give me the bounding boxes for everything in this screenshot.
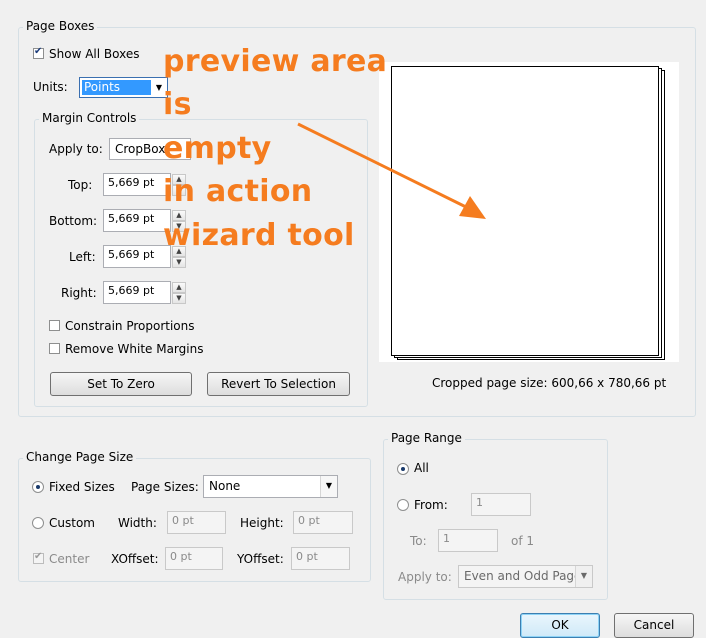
stepper-down-icon[interactable]: ▼ — [172, 293, 186, 304]
units-value: Points — [82, 80, 152, 95]
page-sizes-select[interactable]: None ▼ — [203, 475, 338, 498]
units-label: Units: — [33, 80, 68, 94]
revert-to-selection-button[interactable]: Revert To Selection — [207, 372, 350, 396]
top-input[interactable]: 5,669 pt — [103, 173, 171, 196]
change-page-size-legend: Change Page Size — [23, 450, 137, 464]
top-label: Top: — [68, 178, 93, 192]
apply-to-value: CropBox — [115, 142, 166, 156]
fixed-sizes-radio[interactable] — [32, 481, 44, 493]
page-sizes-label: Page Sizes: — [131, 480, 199, 494]
xoffset-label: XOffset: — [111, 552, 159, 566]
custom-label[interactable]: Custom — [49, 516, 95, 530]
remove-white-margins-label[interactable]: Remove White Margins — [65, 342, 203, 356]
from-label[interactable]: From: — [414, 498, 448, 512]
right-stepper[interactable]: ▲ ▼ — [172, 282, 186, 304]
page-sizes-value: None — [209, 479, 241, 493]
to-label: To: — [410, 534, 427, 548]
constrain-proportions-checkbox[interactable] — [49, 320, 60, 331]
bottom-input[interactable]: 5,669 pt — [103, 209, 171, 232]
apply-to-pages-label: Apply to: — [398, 570, 452, 584]
annotation-line-5: wizard tool — [163, 218, 355, 253]
height-input[interactable]: 0 pt — [293, 511, 353, 534]
chevron-down-icon[interactable]: ▼ — [320, 476, 337, 497]
ok-button[interactable]: OK — [520, 613, 600, 638]
xoffset-input[interactable]: 0 pt — [165, 547, 223, 570]
annotation-line-1: preview area — [163, 44, 388, 79]
constrain-proportions-label[interactable]: Constrain Proportions — [65, 319, 195, 333]
width-label: Width: — [118, 516, 157, 530]
stepper-up-icon[interactable]: ▲ — [172, 282, 186, 293]
center-checkbox[interactable] — [33, 551, 44, 564]
show-all-boxes-checkbox[interactable] — [33, 46, 44, 59]
show-all-boxes-label[interactable]: Show All Boxes — [49, 47, 139, 61]
margin-controls-legend: Margin Controls — [39, 111, 140, 125]
chevron-down-icon[interactable]: ▼ — [575, 566, 592, 587]
annotation-line-2: is — [163, 87, 192, 122]
apply-to-pages-value: Even and Odd Pages — [464, 569, 588, 583]
from-radio[interactable] — [397, 499, 409, 511]
page-boxes-legend: Page Boxes — [23, 19, 98, 33]
cropped-page-size: Cropped page size: 600,66 x 780,66 pt — [432, 376, 667, 390]
apply-to-pages-select[interactable]: Even and Odd Pages ▼ — [458, 565, 593, 588]
right-label: Right: — [61, 286, 97, 300]
set-to-zero-button[interactable]: Set To Zero — [50, 372, 192, 396]
from-input[interactable]: 1 — [471, 493, 531, 516]
custom-radio[interactable] — [32, 517, 44, 529]
left-label: Left: — [69, 250, 96, 264]
yoffset-label: YOffset: — [237, 552, 284, 566]
right-input[interactable]: 5,669 pt — [103, 281, 171, 304]
apply-to-label: Apply to: — [49, 142, 103, 156]
bottom-label: Bottom: — [49, 214, 98, 228]
annotation-line-4: in action — [163, 174, 313, 209]
page-range-legend: Page Range — [388, 431, 465, 445]
fixed-sizes-label[interactable]: Fixed Sizes — [49, 480, 115, 494]
page-preview — [391, 66, 659, 356]
units-select[interactable]: Points ▼ — [79, 77, 168, 98]
to-input[interactable]: 1 — [438, 529, 498, 552]
stepper-down-icon[interactable]: ▼ — [172, 257, 186, 268]
yoffset-input[interactable]: 0 pt — [291, 547, 350, 570]
left-input[interactable]: 5,669 pt — [103, 245, 171, 268]
all-pages-label[interactable]: All — [414, 461, 429, 475]
center-label[interactable]: Center — [49, 552, 89, 566]
annotation-line-3: empty — [163, 131, 272, 166]
cancel-button[interactable]: Cancel — [614, 613, 694, 638]
remove-white-margins-checkbox[interactable] — [49, 343, 60, 354]
page-count: of 1 — [511, 534, 535, 548]
width-input[interactable]: 0 pt — [167, 511, 226, 534]
height-label: Height: — [240, 516, 284, 530]
all-pages-radio[interactable] — [397, 463, 409, 475]
